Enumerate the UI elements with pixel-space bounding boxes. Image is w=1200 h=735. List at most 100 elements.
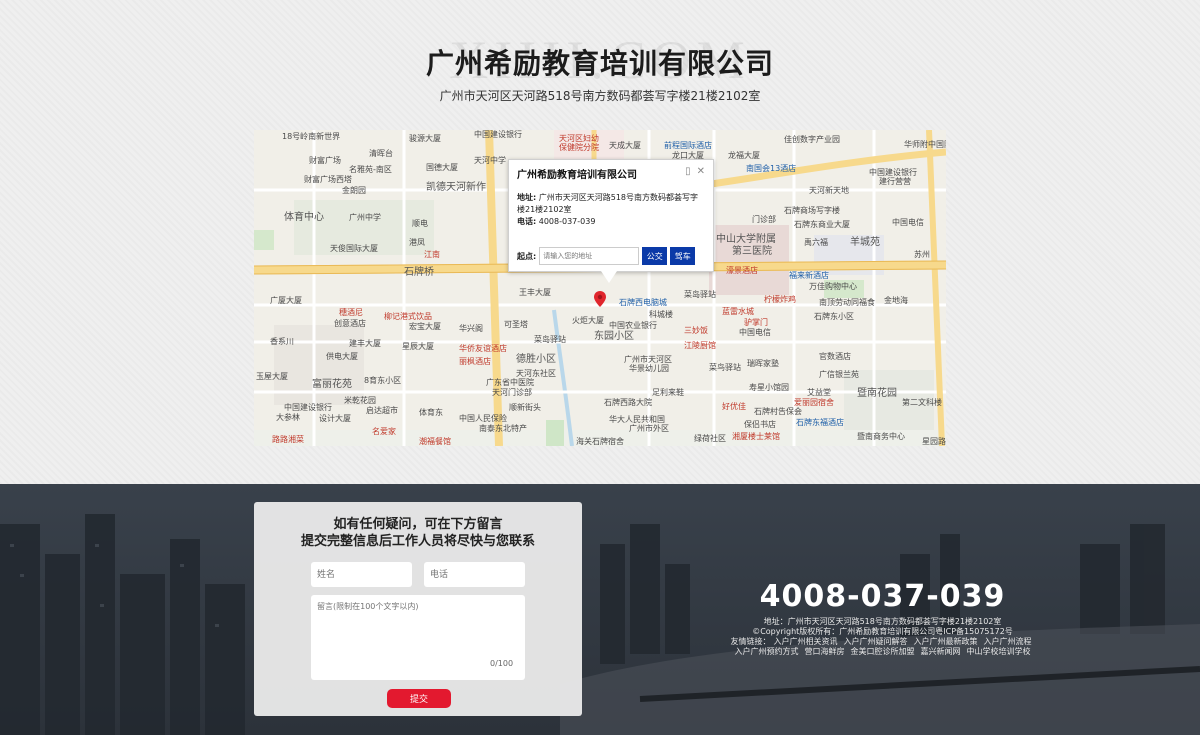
map-poi-label[interactable]: 华景幼儿园 (629, 364, 669, 374)
map-poi-label[interactable]: 中国农业银行 (609, 321, 657, 331)
map-poi-label[interactable]: 路路湘菜 (272, 435, 304, 445)
map-poi-label[interactable]: 科城楼 (649, 310, 673, 320)
map-poi-label[interactable]: 柳记港式饮品 (384, 312, 432, 322)
map-poi-label[interactable]: 石牌东福酒店 (796, 418, 844, 428)
route-start-input[interactable] (539, 247, 640, 265)
map-poi-label[interactable]: 天河新天地 (809, 186, 849, 196)
map-poi-label[interactable]: 体育中心 (284, 213, 324, 223)
map-poi-label[interactable]: 顺电 (412, 219, 428, 229)
map-poi-label[interactable]: 星园路 (922, 437, 946, 446)
map-poi-label[interactable]: 王丰大厦 (519, 288, 551, 298)
map-poi-label[interactable]: 创意酒店 (334, 319, 366, 329)
map-poi-label[interactable]: 广信银兰苑 (819, 370, 859, 380)
map-poi-label[interactable]: 羊城苑 (850, 238, 880, 248)
map-poi-label[interactable]: 保侣书店 (744, 420, 776, 430)
map-poi-label[interactable]: 广州中学 (349, 213, 381, 223)
map-poi-label[interactable]: 江南 (424, 250, 440, 260)
friend-link[interactable]: 金美口腔诊所加盟 (851, 647, 915, 656)
map-poi-label[interactable]: 设计大厦 (319, 414, 351, 424)
map-poi-label[interactable]: 米乾花园 (344, 396, 376, 406)
map-poi-label[interactable]: 骏源大厦 (409, 134, 441, 144)
map-poi-label[interactable]: 中国电信 (739, 328, 771, 338)
map-poi-label[interactable]: 前程国际酒店 (664, 141, 712, 151)
map-poi-label[interactable]: 天俊国际大厦 (330, 244, 378, 254)
map-poi-label[interactable]: 华师附中国际 (904, 140, 946, 150)
map-poi-label[interactable]: 名雅苑-南区 (349, 165, 392, 175)
map-poi-label[interactable]: 门诊部 (752, 215, 776, 225)
map-poi-label[interactable]: 石牌西电脑城 (619, 298, 667, 308)
map-poi-label[interactable]: 建行营营 (879, 177, 911, 187)
friend-link[interactable]: 营口海鲜房 (805, 647, 845, 656)
map-poi-label[interactable]: 财富广场 (309, 156, 341, 166)
map-poi-label[interactable]: 三妙饭 (684, 326, 708, 336)
map-poi-label[interactable]: 第三医院 (732, 247, 772, 257)
map-poi-label[interactable]: 保健院分院 (559, 143, 599, 153)
map-poi-label[interactable]: 玉屋大厦 (256, 372, 288, 382)
map-poi-label[interactable]: 天成大厦 (609, 141, 641, 151)
map-poi-label[interactable]: 菜岛驿站 (534, 335, 566, 345)
map-poi-label[interactable]: 中国人民保险 (459, 414, 507, 424)
friend-link[interactable]: 入户广州相关资讯 (774, 637, 838, 646)
mobile-icon[interactable]: ▯ (685, 166, 691, 177)
map-poi-label[interactable]: 石牌商场写字楼 (784, 206, 840, 216)
map-poi-label[interactable]: 香系川 (270, 337, 294, 347)
map-poi-label[interactable]: 龙福大厦 (728, 151, 760, 161)
map-poi-label[interactable]: 中国建设银行 (474, 130, 522, 140)
map-poi-label[interactable]: 名爱家 (372, 427, 396, 437)
friend-link[interactable]: 入户广州最新政策 (914, 637, 978, 646)
map-poi-label[interactable]: 中国电信 (892, 218, 924, 228)
map-poi-label[interactable]: 海关石牌宿舍 (576, 437, 624, 446)
map-poi-label[interactable]: 广州市外区 (629, 424, 669, 434)
map-poi-label[interactable]: 第二文科楼 (902, 398, 942, 408)
map-poi-label[interactable]: 火炬大厦 (572, 316, 604, 326)
map-poi-label[interactable]: 华兴阁 (459, 324, 483, 334)
close-icon[interactable]: ✕ (697, 166, 705, 177)
map-poi-label[interactable]: 潮福餐馆 (419, 437, 451, 446)
map-poi-label[interactable]: 江陵厨馆 (684, 341, 716, 351)
map-poi-label[interactable]: 蓝雷水城 (722, 307, 754, 317)
map-poi-label[interactable]: 佳创数字产业园 (784, 135, 840, 145)
map-poi-label[interactable]: 德胜小区 (516, 355, 556, 365)
map-poi-label[interactable]: 石牌桥 (404, 268, 434, 278)
map-poi-label[interactable]: 瑞晖家塾 (747, 359, 779, 369)
map-poi-label[interactable]: 顺新街头 (509, 403, 541, 413)
map-poi-label[interactable]: 暨南花园 (857, 389, 897, 399)
map-poi-label[interactable]: 广东省中医院 (486, 378, 534, 388)
friend-link[interactable]: 中山学校培训学校 (967, 647, 1031, 656)
map-poi-label[interactable]: 东园小区 (594, 332, 634, 342)
map-poi-label[interactable]: 好优佳 (722, 402, 746, 412)
map-poi-label[interactable]: 艾益堂 (807, 388, 831, 398)
map-poi-label[interactable]: 供电大厦 (326, 352, 358, 362)
bus-route-button[interactable]: 公交 (642, 247, 668, 265)
map-poi-label[interactable]: 石牌西路大院 (604, 398, 652, 408)
map-poi-label[interactable]: 南顶劳动同福食 (819, 298, 875, 308)
map-poi-label[interactable]: 星辰大厦 (402, 342, 434, 352)
map-poi-label[interactable]: 苏州 (914, 250, 930, 260)
map-poi-label[interactable]: 启达超市 (366, 406, 398, 416)
friend-link[interactable]: 入户广州疑问解答 (844, 637, 908, 646)
map-poi-label[interactable]: 财富广场西塔 (304, 175, 352, 185)
map-poi-label[interactable]: 禹六福 (804, 238, 828, 248)
drive-route-button[interactable]: 驾车 (670, 247, 696, 265)
map-poi-label[interactable]: 福来新酒店 (789, 271, 829, 281)
map-poi-label[interactable]: 南国会13酒店 (746, 164, 796, 174)
map-poi-label[interactable]: 中山大学附属 (716, 235, 776, 245)
map-poi-label[interactable]: 天河中学 (474, 156, 506, 166)
map-poi-label[interactable]: 穗酒尼 (339, 308, 363, 318)
map-poi-label[interactable]: 广厦大厦 (270, 296, 302, 306)
map-poi-label[interactable]: 万佳购物中心 (809, 282, 857, 292)
phone-input[interactable] (424, 562, 525, 587)
map-poi-label[interactable]: 国德大厦 (426, 163, 458, 173)
map-poi-label[interactable]: 中国建设银行 (284, 403, 332, 413)
friend-link[interactable]: 入户广州预约方式 (735, 647, 799, 656)
map-poi-label[interactable]: 18号岭南新世界 (282, 132, 340, 142)
map-poi-label[interactable]: 天河门诊部 (492, 388, 532, 398)
map-poi-label[interactable]: 湘厦楼士莱馆 (732, 432, 780, 442)
map-poi-label[interactable]: 可圣塔 (504, 320, 528, 330)
map-poi-label[interactable]: 富丽花苑 (312, 380, 352, 390)
map-poi-label[interactable]: 柠檬炸鸡 (764, 295, 796, 305)
map-poi-label[interactable]: 南泰东北特产 (479, 424, 527, 434)
map-poi-label[interactable]: 石牌东小区 (814, 312, 854, 322)
map-poi-label[interactable]: 菜岛驿站 (684, 290, 716, 300)
map-poi-label[interactable]: 石牌村告保会 (754, 407, 802, 417)
